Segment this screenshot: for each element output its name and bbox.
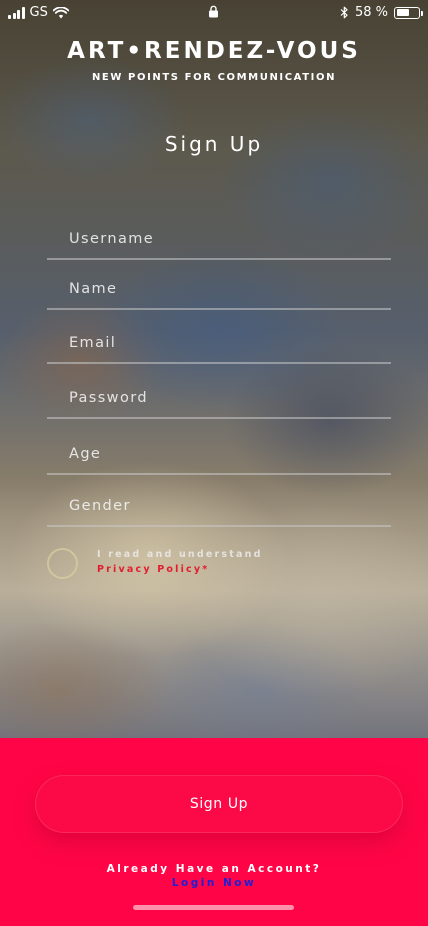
page-title: Sign Up xyxy=(164,132,264,156)
policy-statement: I read and understand xyxy=(97,549,263,560)
lock-icon xyxy=(209,5,218,18)
battery-icon xyxy=(394,6,423,19)
age-field-wrapper xyxy=(47,435,391,475)
wifi-icon xyxy=(52,6,69,18)
age-input[interactable] xyxy=(47,435,391,473)
brand-subtitle: NEW POINTS FOR COMMUNICATION xyxy=(91,72,337,83)
gender-input[interactable] xyxy=(47,487,391,525)
battery-percentage: 58 % xyxy=(354,5,388,20)
status-left: GS xyxy=(8,5,69,20)
password-field-wrapper xyxy=(47,379,391,419)
already-have-account-text: Already Have an Account? xyxy=(106,863,322,875)
email-input[interactable] xyxy=(47,324,391,362)
email-field-wrapper xyxy=(47,324,391,364)
name-input[interactable] xyxy=(47,270,391,308)
battery-fill xyxy=(396,9,409,16)
username-input[interactable] xyxy=(47,220,391,258)
bottom-panel: Sign Up Already Have an Account? Login N… xyxy=(0,738,428,926)
privacy-policy-checkbox[interactable] xyxy=(47,548,78,579)
privacy-policy-link[interactable]: Privacy Policy* xyxy=(97,564,209,575)
signup-screen: GS 58 % ART•RENDEZ-VOUS NEW POINTS FOR C… xyxy=(0,0,428,926)
status-center xyxy=(208,5,219,22)
sign-up-button[interactable]: Sign Up xyxy=(35,775,403,833)
status-bar: GS 58 % xyxy=(0,0,428,26)
carrier-name: GS xyxy=(29,5,48,20)
background-artwork xyxy=(0,0,428,738)
name-field-wrapper xyxy=(47,270,391,310)
password-input[interactable] xyxy=(47,379,391,417)
bluetooth-icon xyxy=(340,6,348,19)
status-right: 58 % xyxy=(340,5,423,20)
brand-title: ART•RENDEZ-VOUS xyxy=(67,38,361,64)
signal-icon xyxy=(8,6,25,19)
gender-field-wrapper xyxy=(47,487,391,527)
username-field-wrapper xyxy=(47,220,391,260)
home-indicator[interactable] xyxy=(133,905,294,910)
login-now-link[interactable]: Login Now xyxy=(0,877,428,889)
